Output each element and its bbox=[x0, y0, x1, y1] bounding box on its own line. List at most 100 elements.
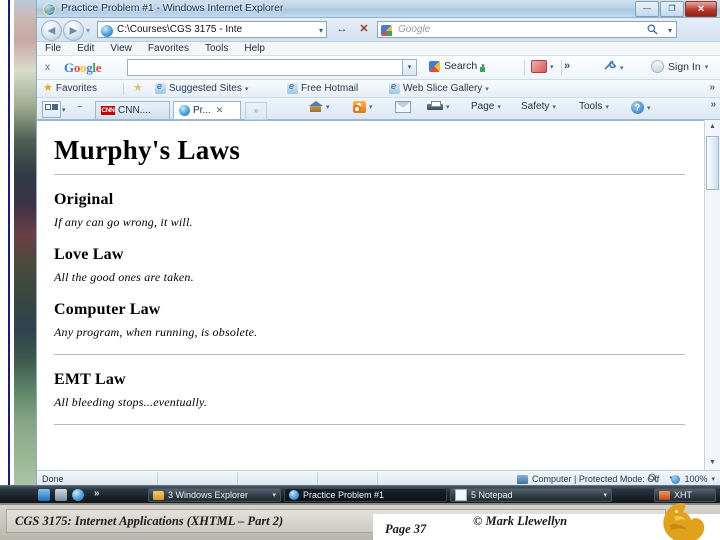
favorites-overflow-button[interactable]: » bbox=[709, 82, 715, 93]
tools-menu-button[interactable]: Tools ▾ bbox=[579, 101, 609, 112]
chevron-down-icon[interactable]: ▾ bbox=[705, 63, 709, 71]
quick-tabs-button[interactable] bbox=[42, 101, 61, 118]
safety-menu-button[interactable]: Safety ▾ bbox=[521, 101, 556, 112]
recent-pages-dropdown[interactable]: ▾ bbox=[86, 26, 90, 35]
command-bar-overflow-button[interactable]: » bbox=[710, 99, 716, 110]
search-icon[interactable] bbox=[647, 24, 658, 38]
chevron-down-icon[interactable]: ▾ bbox=[620, 64, 624, 72]
minimize-button[interactable]: — bbox=[635, 1, 659, 17]
google-toolbar-settings-button[interactable]: ▾ bbox=[603, 60, 624, 75]
home-button[interactable]: ▾ bbox=[309, 101, 330, 113]
notepad-icon bbox=[455, 489, 467, 501]
maximize-button[interactable]: ❐ bbox=[660, 1, 684, 17]
chevron-down-icon[interactable]: ▾ bbox=[319, 26, 323, 35]
forward-button[interactable]: ▶ bbox=[63, 20, 84, 41]
help-menu-button[interactable]: ▾ bbox=[631, 101, 651, 114]
favorite-free-hotmail[interactable]: Free Hotmail bbox=[287, 81, 358, 94]
tab-list-dropdown[interactable]: ▾ bbox=[62, 106, 66, 114]
scrollbar-thumb[interactable] bbox=[706, 136, 719, 190]
menu-item-file[interactable]: File bbox=[45, 43, 61, 54]
google-search-history-dropdown[interactable]: ▾ bbox=[402, 60, 416, 75]
add-to-favorites-bar-button[interactable]: ★ bbox=[133, 83, 143, 94]
taskbar-button-windows-explorer[interactable]: 3 Windows Explorer ▾ bbox=[148, 488, 281, 502]
section-text-love-law: All the good ones are taken. bbox=[54, 270, 194, 284]
chevron-down-icon[interactable]: ▾ bbox=[497, 103, 501, 111]
scroll-up-icon[interactable]: ▲ bbox=[705, 120, 720, 134]
taskbar-button-practice-problem[interactable]: Practice Problem #1 bbox=[284, 488, 447, 502]
menu-item-favorites[interactable]: Favorites bbox=[148, 43, 189, 54]
chevron-down-icon[interactable]: ▾ bbox=[552, 103, 556, 111]
chevron-down-icon[interactable]: ▾ bbox=[605, 103, 609, 111]
google-bookmarks-button[interactable]: ▾ bbox=[531, 60, 554, 73]
favorite-suggested-sites[interactable]: Suggested Sites ▾ bbox=[155, 81, 249, 94]
close-tab-icon[interactable]: ✕ bbox=[216, 105, 224, 116]
chevron-down-icon[interactable]: ▾ bbox=[245, 85, 249, 93]
scroll-down-icon[interactable]: ▼ bbox=[705, 456, 720, 470]
search-dropdown-icon[interactable]: ▾ bbox=[668, 26, 672, 35]
chevron-down-icon[interactable]: ▾ bbox=[369, 103, 373, 111]
ie-icon[interactable] bbox=[72, 489, 84, 501]
print-button[interactable]: ▾ bbox=[427, 101, 450, 112]
chevron-down-icon[interactable]: ▾ bbox=[550, 63, 554, 71]
menu-item-help[interactable]: Help bbox=[244, 43, 265, 54]
chevron-down-icon[interactable]: ▾ bbox=[326, 103, 330, 111]
footer-copyright: © Mark Llewellyn bbox=[473, 514, 568, 528]
quick-launch-bar bbox=[38, 489, 84, 501]
tab-label: Pr... bbox=[193, 105, 211, 116]
security-zone-label: Computer | Protected Mode: Off bbox=[532, 474, 660, 484]
google-search-label: Search bbox=[444, 60, 478, 72]
menu-item-tools[interactable]: Tools bbox=[205, 43, 228, 54]
section-heading-computer-law: Computer Law bbox=[54, 301, 161, 318]
magnifier-glyph bbox=[648, 473, 658, 483]
chevron-down-icon[interactable]: ▾ bbox=[603, 491, 607, 499]
toolbar-separator bbox=[524, 60, 525, 76]
status-divider-1 bbox=[157, 472, 158, 485]
favorites-button[interactable]: ★ Favorites bbox=[43, 83, 97, 95]
refresh-button[interactable]: ↔ bbox=[333, 21, 351, 38]
tab-list-icon[interactable]: ~ bbox=[77, 102, 83, 113]
browser-search-input[interactable]: Google ▾ bbox=[377, 21, 677, 38]
new-tab-button[interactable]: » bbox=[245, 102, 267, 120]
google-search-button[interactable]: Search ▾ bbox=[429, 60, 485, 72]
chevron-down-icon[interactable]: ▾ bbox=[446, 103, 450, 111]
address-input[interactable]: C:\Courses\CGS 3175 - Inte ▾ bbox=[97, 21, 327, 38]
google-search-input[interactable]: ▾ bbox=[127, 59, 417, 76]
back-button[interactable]: ◀ bbox=[41, 20, 62, 41]
chevron-down-icon[interactable]: ▾ bbox=[272, 491, 276, 499]
tab-practice-problem[interactable]: Pr... ✕ bbox=[173, 101, 241, 119]
menu-item-edit[interactable]: Edit bbox=[77, 43, 94, 54]
stop-button[interactable]: ✕ bbox=[355, 21, 373, 38]
google-logo-g1: G bbox=[64, 60, 74, 75]
google-toolbar-overflow-button[interactable]: » bbox=[564, 60, 570, 72]
internet-explorer-window: Practice Problem #1 - Windows Internet E… bbox=[36, 0, 720, 503]
section-text-emt-law: All bleeding stops...eventually. bbox=[54, 395, 208, 409]
chevron-down-icon[interactable]: ▾ bbox=[711, 475, 715, 483]
vertical-scrollbar[interactable]: ▲ ▼ bbox=[704, 120, 720, 470]
chevron-down-icon[interactable]: ▾ bbox=[647, 104, 651, 112]
show-desktop-icon[interactable] bbox=[38, 489, 50, 501]
mail-button[interactable] bbox=[395, 101, 411, 113]
close-button[interactable]: ✕ bbox=[685, 1, 717, 17]
section-heading-original: Original bbox=[54, 191, 114, 208]
google-signin-button[interactable]: Sign In ▾ bbox=[651, 60, 708, 73]
web-page-document: Murphy's Laws Original If any can go wro… bbox=[42, 121, 697, 471]
security-zone-indicator[interactable]: Computer | Protected Mode: Off bbox=[517, 474, 659, 484]
footer-course-label: CGS 3175: Internet Applications (XHTML –… bbox=[15, 514, 284, 528]
chevron-down-icon[interactable]: ▾ bbox=[485, 85, 489, 93]
zoom-indicator[interactable]: 100% ▾ bbox=[671, 474, 715, 484]
taskbar-button-notepad[interactable]: 5 Notepad ▾ bbox=[450, 488, 612, 502]
page-rule-top bbox=[54, 174, 685, 175]
slide-footer: CGS 3175: Internet Applications (XHTML –… bbox=[0, 503, 720, 540]
tab-label: CNN.... bbox=[118, 105, 151, 116]
favorite-web-slice-gallery[interactable]: Web Slice Gallery ▾ bbox=[389, 81, 489, 94]
page-menu-button[interactable]: Page ▾ bbox=[471, 101, 501, 112]
tab-cnn[interactable]: CNN CNN.... bbox=[95, 101, 170, 119]
close-google-toolbar-button[interactable]: x bbox=[45, 62, 50, 73]
google-logo-e: e bbox=[95, 60, 102, 75]
status-divider-4 bbox=[377, 472, 378, 485]
switch-windows-icon[interactable] bbox=[55, 489, 67, 501]
menu-item-view[interactable]: View bbox=[110, 43, 132, 54]
page-icon bbox=[101, 24, 113, 37]
quick-launch-overflow-button[interactable]: » bbox=[94, 488, 100, 499]
feeds-button[interactable]: ▾ bbox=[353, 101, 373, 113]
